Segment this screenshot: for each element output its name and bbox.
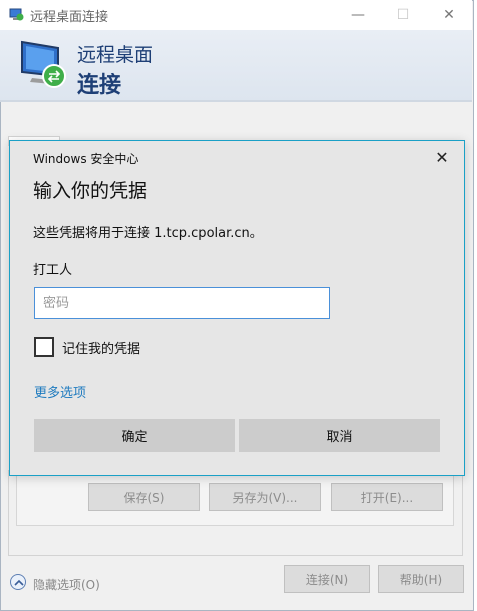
maximize-button[interactable]: ☐ <box>381 2 425 28</box>
close-button[interactable]: ✕ <box>427 2 471 28</box>
minimize-button[interactable]: — <box>336 2 380 28</box>
header-banner <box>0 30 472 102</box>
remember-credentials-label[interactable]: 记住我的凭据 <box>62 338 140 357</box>
password-input[interactable] <box>34 287 330 319</box>
monitor-icon <box>18 38 68 90</box>
window-title: 远程桌面连接 <box>30 10 109 25</box>
remote-desktop-icon <box>9 7 24 21</box>
open-button[interactable]: 打开(E)... <box>331 483 443 511</box>
dialog-title: Windows 安全中心 <box>33 152 139 166</box>
header-title-line1: 远程桌面 <box>77 44 154 66</box>
remember-credentials-checkbox[interactable] <box>34 337 54 357</box>
dialog-heading: 输入你的凭据 <box>33 180 148 202</box>
hide-options-label[interactable]: 隐藏选项(O) <box>33 576 100 593</box>
dialog-close-icon[interactable]: ✕ <box>431 147 453 167</box>
chevron-up-icon <box>14 579 24 586</box>
save-button[interactable]: 保存(S) <box>88 483 200 511</box>
header-title-line2: 连接 <box>77 73 122 98</box>
save-as-button[interactable]: 另存为(V)... <box>209 483 321 511</box>
hide-options-toggle[interactable] <box>10 574 26 590</box>
help-button[interactable]: 帮助(H) <box>378 565 464 593</box>
username-label: 打工人 <box>33 263 73 278</box>
more-options-link[interactable]: 更多选项 <box>34 382 86 401</box>
dialog-description: 这些凭据将用于连接 1.tcp.cpolar.cn。 <box>33 226 263 241</box>
connect-button[interactable]: 连接(N) <box>284 565 370 593</box>
ok-button[interactable]: 确定 <box>34 419 235 452</box>
cancel-button[interactable]: 取消 <box>239 419 440 452</box>
